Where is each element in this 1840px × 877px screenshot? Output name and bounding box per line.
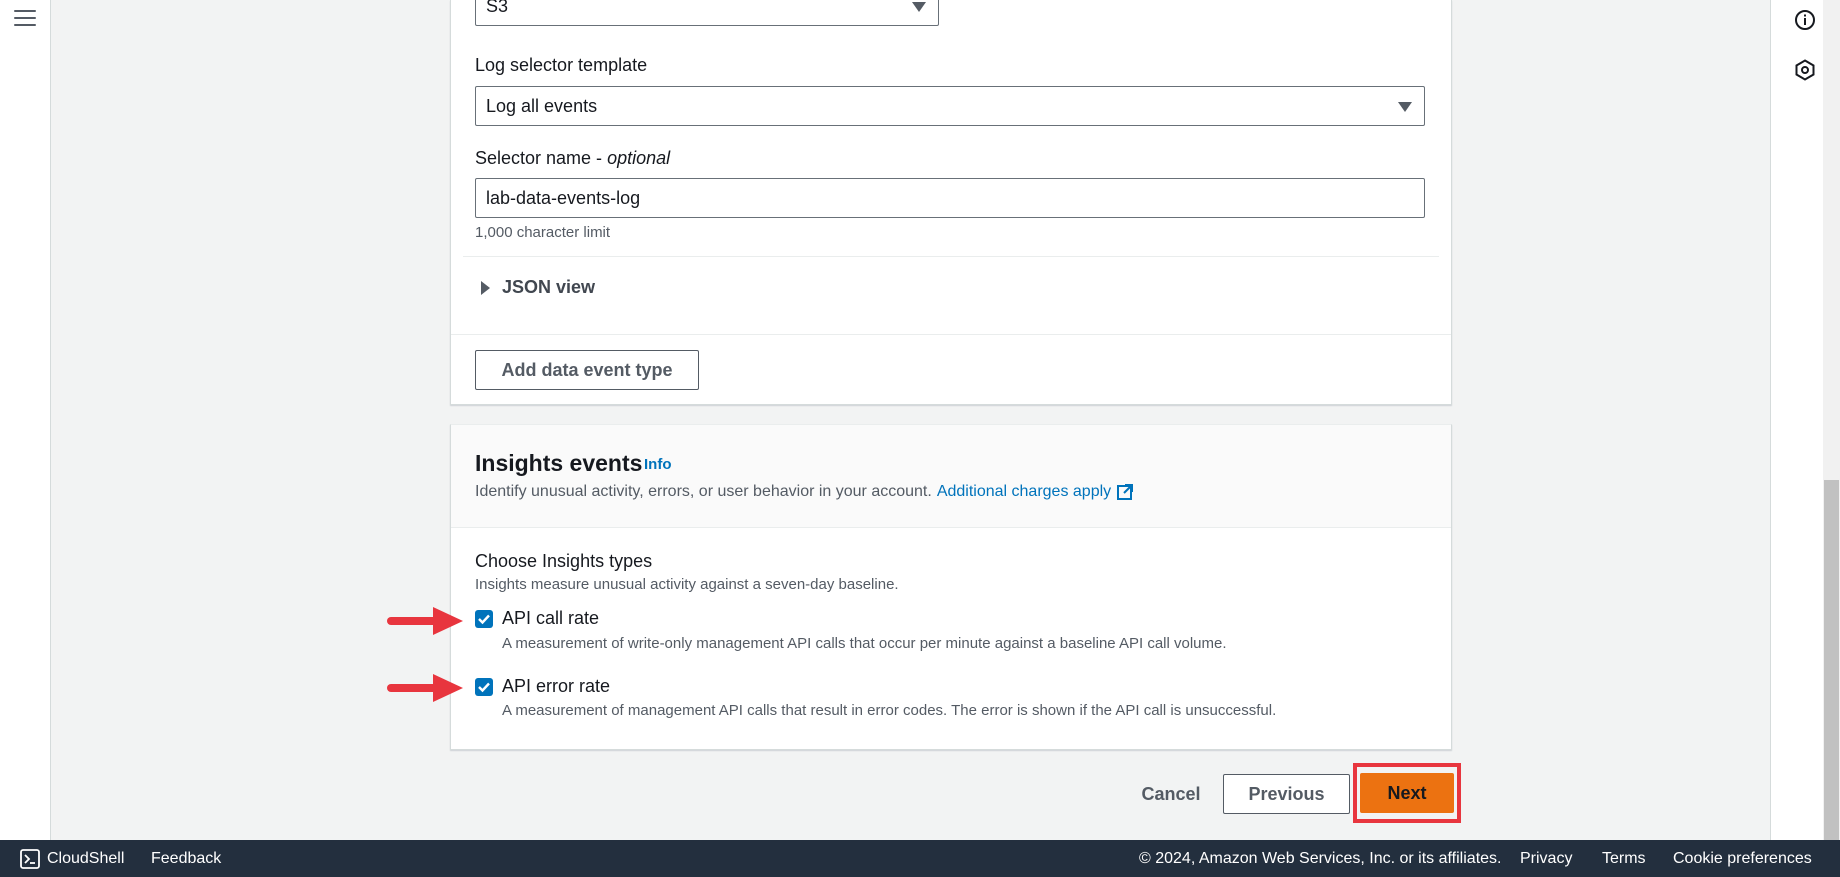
insights-description-text: Identify unusual activity, errors, or us…: [475, 483, 932, 500]
character-limit-hint: 1,000 character limit: [475, 224, 611, 241]
console-footer: CloudShell Feedback © 2024, Amazon Web S…: [0, 840, 1840, 877]
menu-icon[interactable]: [14, 10, 36, 28]
left-nav-rail: [0, 0, 51, 840]
info-icon[interactable]: [1793, 8, 1817, 32]
terminal-icon: [20, 848, 40, 869]
api-call-rate-label[interactable]: API call rate: [502, 608, 599, 629]
api-error-rate-description: A measurement of management API calls th…: [502, 702, 1277, 719]
caret-down-icon: [912, 2, 926, 12]
next-button[interactable]: Next: [1360, 773, 1454, 813]
arrow-annotation: [387, 674, 463, 702]
vertical-scrollbar[interactable]: [1823, 0, 1840, 840]
json-view-toggle[interactable]: JSON view: [481, 277, 595, 298]
cancel-button[interactable]: Cancel: [1121, 774, 1221, 814]
cloudshell-label: CloudShell: [47, 849, 125, 867]
divider: [451, 334, 1451, 335]
resource-type-value: S3: [486, 0, 509, 16]
add-data-event-type-button[interactable]: Add data event type: [475, 350, 699, 390]
caret-down-icon: [1398, 102, 1412, 112]
main-content: S3 Log selector template Log all events …: [51, 0, 1770, 840]
arrow-annotation: [387, 607, 463, 635]
previous-button[interactable]: Previous: [1223, 774, 1350, 814]
log-selector-value: Log all events: [486, 95, 598, 116]
api-error-rate-checkbox[interactable]: [475, 678, 493, 696]
insights-title: Insights events: [475, 450, 643, 476]
additional-charges-link[interactable]: Additional charges apply: [937, 483, 1134, 501]
data-events-panel: S3 Log selector template Log all events …: [450, 0, 1452, 405]
log-selector-label: Log selector template: [475, 55, 648, 75]
cloudshell-button[interactable]: CloudShell: [20, 848, 125, 869]
right-utility-rail: [1770, 0, 1840, 840]
external-link-icon: [1117, 484, 1134, 500]
terms-link[interactable]: Terms: [1602, 850, 1646, 868]
selector-name-label-text: Selector name -: [475, 148, 608, 168]
selector-name-input[interactable]: lab-data-events-log: [475, 178, 1425, 218]
insights-description: Identify unusual activity, errors, or us…: [475, 483, 1134, 501]
privacy-link[interactable]: Privacy: [1520, 850, 1572, 868]
copyright-text: © 2024, Amazon Web Services, Inc. or its…: [1139, 849, 1502, 867]
divider: [463, 256, 1439, 257]
scrollbar-thumb[interactable]: [1824, 480, 1839, 840]
insights-events-panel: Insights events Info Identify unusual ac…: [450, 424, 1452, 750]
feedback-link[interactable]: Feedback: [151, 850, 221, 868]
settings-hexagon-icon[interactable]: [1793, 58, 1817, 82]
checkmark-icon: [478, 614, 490, 625]
api-call-rate-description: A measurement of write-only management A…: [502, 635, 1227, 652]
info-link[interactable]: Info: [644, 456, 672, 473]
selector-name-label: Selector name - optional: [475, 148, 670, 169]
log-selector-template-select[interactable]: Log all events: [475, 86, 1425, 126]
insights-types-description: Insights measure unusual activity agains…: [475, 576, 899, 593]
cookie-preferences-link[interactable]: Cookie preferences: [1673, 850, 1812, 868]
selector-name-value: lab-data-events-log: [486, 187, 641, 208]
additional-charges-link-label: Additional charges apply: [936, 483, 1112, 500]
api-error-rate-label[interactable]: API error rate: [502, 676, 610, 697]
optional-tag: optional: [607, 148, 671, 168]
json-view-label: JSON view: [502, 277, 596, 297]
checkmark-icon: [478, 682, 490, 693]
caret-right-icon: [481, 280, 490, 295]
api-call-rate-checkbox[interactable]: [475, 610, 493, 628]
resource-type-select[interactable]: S3: [475, 0, 939, 26]
insights-header: Insights events Info Identify unusual ac…: [451, 425, 1451, 528]
insights-types-title: Choose Insights types: [475, 551, 653, 571]
